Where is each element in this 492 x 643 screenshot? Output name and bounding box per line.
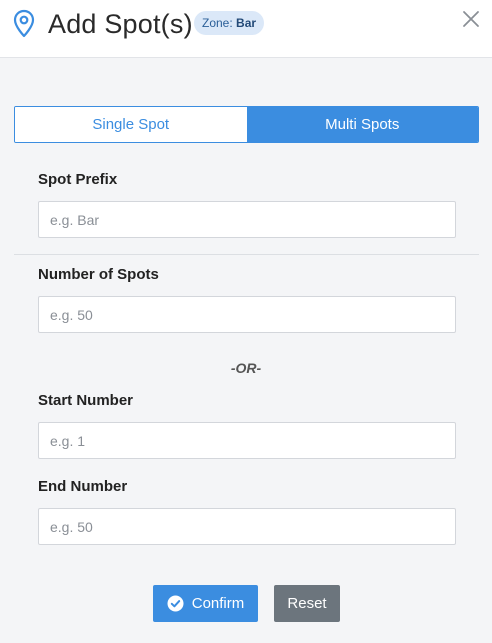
zone-badge: Zone: Bar — [194, 11, 265, 35]
modal-header: Add Spot(s) Zone: Bar — [0, 0, 492, 58]
end-number-input[interactable] — [38, 508, 456, 545]
or-separator: -OR- — [230, 360, 262, 376]
end-number-label: End Number — [38, 478, 128, 495]
zone-badge-value: Bar — [236, 16, 257, 30]
start-number-input[interactable] — [38, 422, 456, 459]
tab-single-spot[interactable]: Single Spot — [15, 107, 247, 142]
section-divider — [14, 254, 479, 255]
reset-button[interactable]: Reset — [274, 585, 340, 622]
spot-prefix-label: Spot Prefix — [38, 171, 118, 188]
page-title: Add Spot(s) — [48, 9, 193, 39]
number-of-spots-label: Number of Spots — [38, 266, 159, 283]
tab-multi-spots[interactable]: Multi Spots — [246, 107, 478, 142]
number-of-spots-input[interactable] — [38, 296, 456, 333]
spot-mode-tabs: Single Spot Multi Spots — [14, 106, 479, 143]
spot-prefix-input[interactable] — [38, 201, 456, 238]
confirm-button-label: Confirm — [191, 595, 245, 612]
start-number-label: Start Number — [38, 392, 134, 409]
confirm-button[interactable]: Confirm — [153, 585, 258, 622]
check-circle-icon — [167, 595, 184, 612]
map-pin-icon — [13, 9, 35, 38]
zone-badge-label: Zone: — [202, 16, 233, 30]
close-icon[interactable] — [462, 10, 480, 28]
reset-button-label: Reset — [287, 595, 327, 612]
